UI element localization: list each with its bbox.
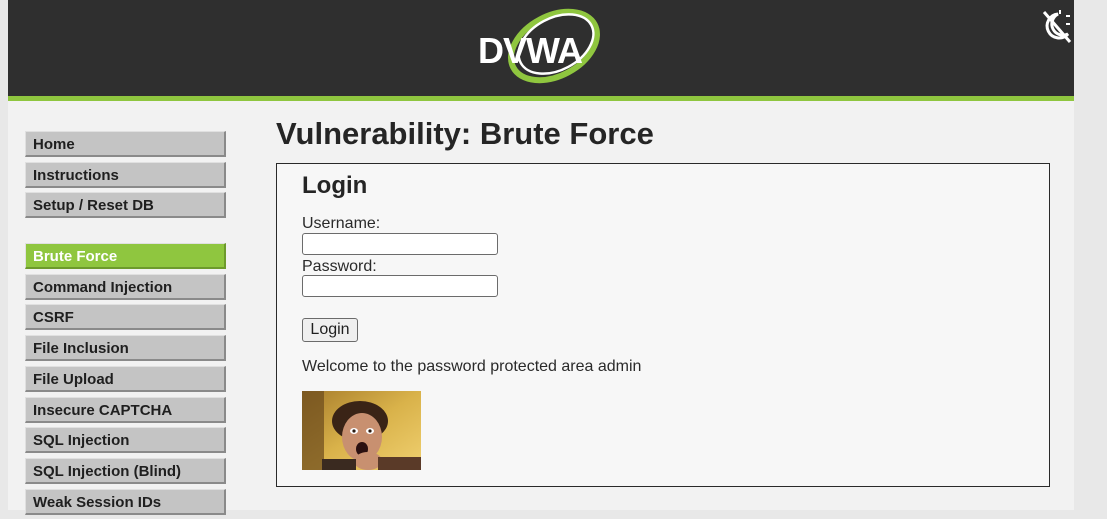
username-label: Username: bbox=[302, 215, 381, 232]
user-avatar-image bbox=[302, 391, 421, 470]
page-title: Vulnerability: Brute Force bbox=[276, 116, 654, 151]
sidebar-menu: Home Instructions Setup / Reset DB Brute… bbox=[25, 131, 228, 519]
sidebar-item-brute-force[interactable]: Brute Force bbox=[25, 243, 226, 270]
welcome-message: Welcome to the password protected area a… bbox=[302, 358, 642, 375]
header-accent-bar bbox=[8, 96, 1074, 101]
sidebar-item-weak-session-ids[interactable]: Weak Session IDs bbox=[25, 488, 226, 515]
header: DVWA bbox=[8, 0, 1074, 96]
password-input[interactable] bbox=[302, 275, 498, 297]
theme-toggle-icon bbox=[1042, 10, 1072, 43]
sidebar-item-setup-reset-db[interactable]: Setup / Reset DB bbox=[25, 192, 226, 219]
theme-toggle-button[interactable] bbox=[1036, 6, 1076, 48]
password-label: Password: bbox=[302, 258, 377, 275]
sidebar-item-home[interactable]: Home bbox=[25, 131, 226, 157]
login-heading: Login bbox=[302, 172, 368, 199]
sidebar-item-file-upload[interactable]: File Upload bbox=[25, 365, 226, 392]
logo-text: DVWA bbox=[478, 30, 583, 71]
sidebar-item-file-inclusion[interactable]: File Inclusion bbox=[25, 335, 226, 362]
login-panel: Login Username: Password: Login Welcome … bbox=[276, 163, 1050, 487]
page: DVWA Home Instructions Setup / Reset DB … bbox=[8, 0, 1074, 515]
sidebar-item-insecure-captcha[interactable]: Insecure CAPTCHA bbox=[25, 396, 226, 423]
sidebar-item-sql-injection-blind[interactable]: SQL Injection (Blind) bbox=[25, 457, 226, 484]
username-input[interactable] bbox=[302, 233, 498, 255]
sidebar-item-sql-injection[interactable]: SQL Injection bbox=[25, 427, 226, 454]
sidebar-item-command-injection[interactable]: Command Injection bbox=[25, 273, 226, 300]
sidebar-item-csrf[interactable]: CSRF bbox=[25, 304, 226, 331]
sidebar-item-instructions[interactable]: Instructions bbox=[25, 161, 226, 188]
login-button[interactable]: Login bbox=[302, 318, 358, 342]
sidebar-divider bbox=[25, 223, 228, 243]
user-avatar-photo bbox=[302, 391, 421, 470]
dvwa-logo[interactable]: DVWA bbox=[474, 6, 606, 84]
